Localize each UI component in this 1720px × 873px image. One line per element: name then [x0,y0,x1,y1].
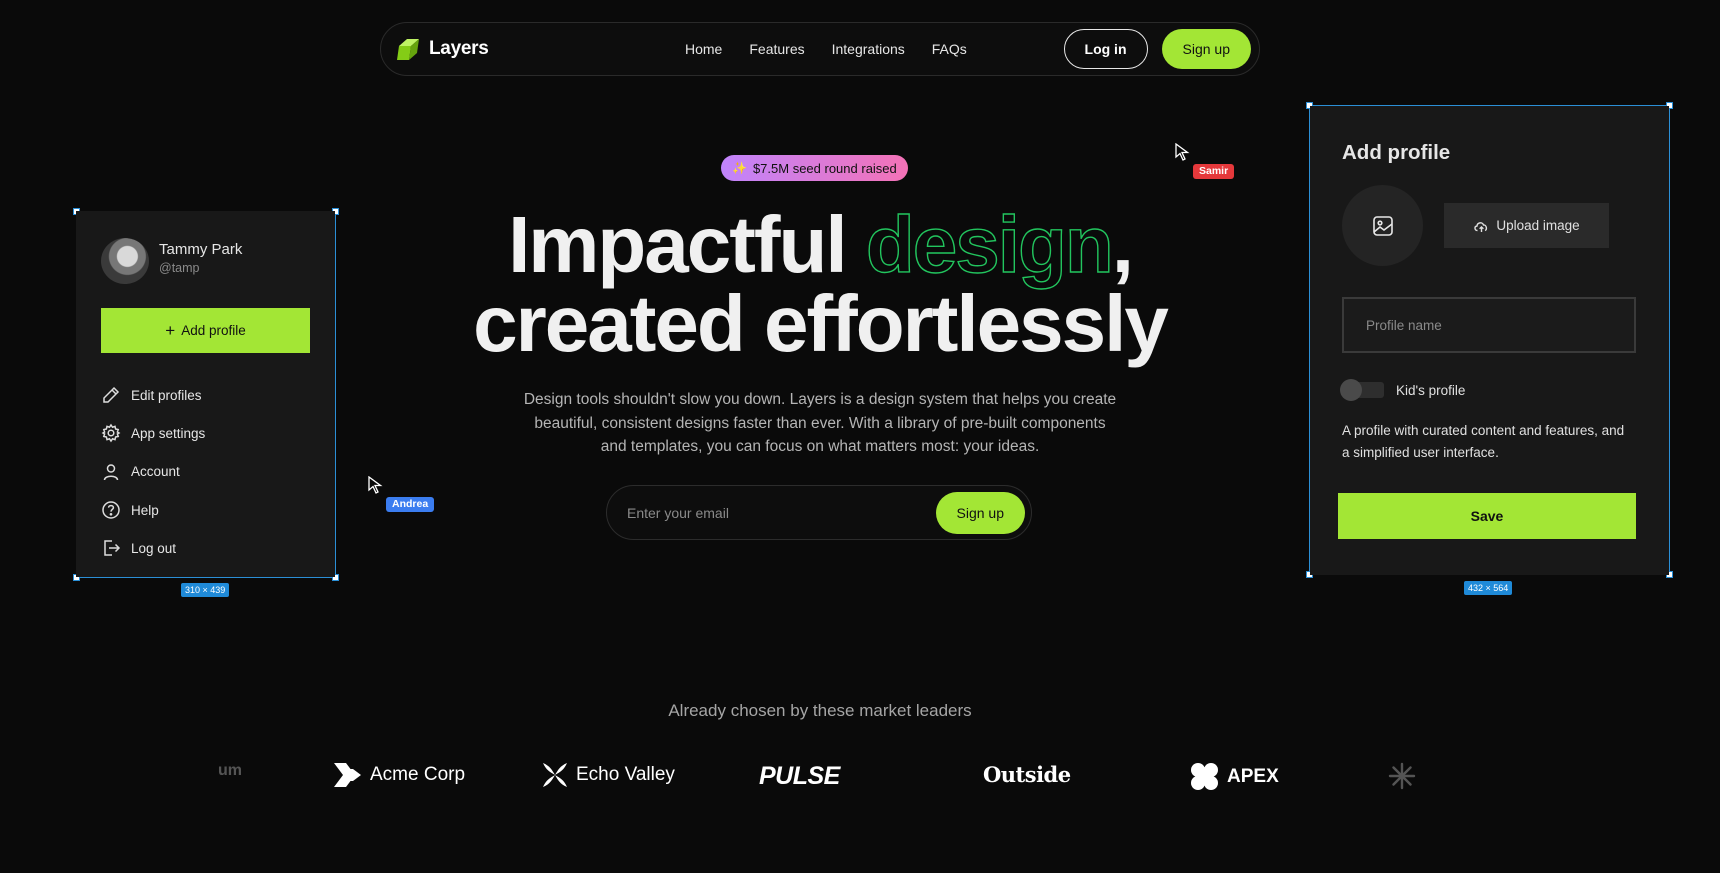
nav-actions: Log in Sign up [1063,29,1251,69]
kids-profile-toggle[interactable] [1340,379,1384,401]
email-signup-form: Sign up [606,485,1032,540]
cursor-label-samir: Samir [1193,164,1235,179]
logo-outside-text: Outside [983,762,1071,787]
menu-item-label: Account [131,464,180,480]
brand[interactable]: Layers [395,36,685,62]
toggle-knob [1340,379,1362,401]
nav-link-home[interactable]: Home [685,41,722,57]
kids-profile-label: Kid's profile [1396,382,1466,398]
nav-link-faqs[interactable]: FAQs [932,41,967,57]
upload-image-label: Upload image [1496,218,1580,233]
logo-outside: Outside [983,762,1071,787]
acme-chevrons-icon [334,763,361,787]
hero-signup-button[interactable]: Sign up [935,491,1025,534]
echo-valley-x-icon [543,763,567,787]
avatar [101,238,149,284]
menu-item-edit-profiles[interactable]: Edit profiles [101,376,205,414]
image-icon [1372,215,1393,236]
asterisk-icon [1388,762,1416,790]
menu-item-label: Log out [131,540,177,556]
cursor-arrow-icon [1175,143,1190,161]
pencil-icon [103,387,120,403]
headline-comma: , [1111,200,1134,289]
logo-partial: um [218,762,242,780]
left-card-dimensions: 310 × 439 [181,583,230,597]
brand-name: Layers [429,38,489,59]
add-profile-button[interactable]: + Add profile [101,308,310,353]
add-profile-title: Add profile [1342,141,1451,164]
cursor-label-andrea: Andrea [386,497,435,512]
email-input[interactable] [627,504,936,521]
user-icon [103,463,119,480]
headline-word-impactful: Impactful [508,200,848,289]
menu-item-account[interactable]: Account [101,453,205,491]
user-profile: Tammy Park @tamp [101,238,242,284]
kids-profile-row: Kid's profile [1340,379,1466,401]
headline-word-design: design [865,200,1114,289]
top-navbar: Layers Home Features Integrations FAQs L… [380,22,1260,76]
profile-menu: Edit profiles App settings Account Help … [101,376,205,567]
add-profile-label: Add profile [181,323,246,338]
nav-link-integrations[interactable]: Integrations [832,41,905,57]
logo-pulse: PULSE [759,762,840,791]
add-profile-card: Add profile Upload image Kid's profile A… [1310,106,1669,575]
menu-item-label: Help [131,502,159,518]
menu-item-help[interactable]: Help [101,491,205,529]
help-circle-icon [102,501,120,519]
user-name: Tammy Park [159,241,243,258]
profile-name-input[interactable] [1342,297,1636,353]
logo-apex: APEX [1190,762,1279,791]
login-button[interactable]: Log in [1063,29,1148,69]
apex-clover-icon [1191,763,1218,790]
gear-icon [101,424,121,443]
logo-pulse-text: PULSE [759,762,840,790]
save-button[interactable]: Save [1338,493,1636,539]
logo-acme-corp-text: Acme Corp [370,764,466,785]
nav-links: Home Features Integrations FAQs [685,41,967,57]
user-handle: @tamp [159,261,200,275]
sparkle-icon: ✨ [732,161,747,175]
seed-round-badge[interactable]: ✨ $7.5M seed round raised [721,155,908,181]
image-placeholder[interactable] [1342,185,1423,266]
logo-acme-corp: Acme Corp [333,762,465,788]
logos-heading: Already chosen by these market leaders [668,701,972,720]
cloud-upload-icon [1474,221,1488,232]
cursor-arrow-icon [368,476,383,494]
hero-subtitle: Design tools shouldn't slow you down. La… [523,391,1117,455]
profile-menu-card: Tammy Park @tamp + Add profile Edit prof… [76,211,335,577]
plus-icon: + [165,321,176,340]
menu-item-label: Edit profiles [131,387,202,403]
logo-echo-valley-text: Echo Valley [576,764,675,785]
kids-profile-description: A profile with curated content and featu… [1342,423,1625,460]
layers-logo-icon [397,39,419,60]
logo-apex-text: APEX [1227,765,1279,787]
menu-item-app-settings[interactable]: App settings [101,414,205,452]
upload-image-button[interactable]: Upload image [1444,203,1609,248]
logo-partial-text: um [218,762,242,779]
menu-item-log-out[interactable]: Log out [101,529,205,567]
logo-echo-valley: Echo Valley [542,762,675,788]
nav-link-features[interactable]: Features [749,41,804,57]
logout-icon [104,540,121,557]
badge-label: $7.5M seed round raised [752,160,897,176]
nav-signup-button[interactable]: Sign up [1161,29,1251,69]
right-card-dimensions: 432 × 564 [1464,581,1513,595]
menu-item-label: App settings [131,425,206,441]
logo-partial-asterisk [1388,762,1416,790]
